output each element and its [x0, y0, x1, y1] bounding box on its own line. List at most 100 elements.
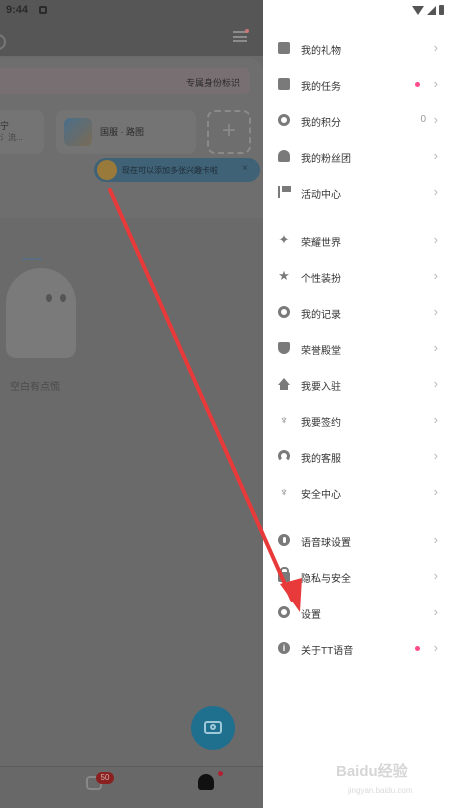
security-icon: ♆ [279, 485, 289, 499]
chevron-right-icon: › [433, 568, 438, 583]
side-drawer: 我的礼物 › 我的任务 › 我的积分 0 › 我的粉丝团 › 活动中心 › ✦ … [263, 0, 454, 808]
empty-state-text: 空白有点慌 [10, 382, 60, 393]
menu-item-label: 我要入驻 [301, 382, 341, 393]
toast-text: 现在可以添加多张兴趣卡啦 [122, 166, 218, 175]
info-icon: i [278, 642, 290, 654]
chevron-right-icon: › [433, 412, 438, 427]
bottom-tab-bar [0, 766, 263, 808]
game-icon [64, 118, 92, 146]
megaphone-icon [97, 160, 117, 180]
menu-item-label: 隐私与安全 [301, 574, 351, 585]
chevron-right-icon: › [433, 304, 438, 319]
sprout-icon: ♆ [279, 413, 289, 427]
chevron-right-icon: › [433, 340, 438, 355]
menu-item-security-center[interactable]: ♆ 安全中心 › [263, 474, 454, 510]
status-icons [412, 4, 444, 16]
chevron-right-icon: › [433, 148, 438, 163]
interest-card[interactable]: 宁 氵流... [0, 110, 44, 154]
menu-item-customer-service[interactable]: 我的客服 › [263, 438, 454, 474]
camera-button[interactable] [191, 706, 235, 750]
wifi-icon [412, 5, 424, 15]
task-icon [278, 78, 290, 90]
house-icon [278, 378, 290, 390]
ghost-eye [60, 294, 66, 302]
chevron-right-icon: › [433, 484, 438, 499]
menu-item-label: 我的任务 [301, 82, 341, 93]
menu-item-activity-center[interactable]: 活动中心 › [263, 174, 454, 210]
menu-item-glory-world[interactable]: ✦ 荣耀世界 › [263, 222, 454, 258]
menu-item-label: 我的粉丝团 [301, 154, 351, 165]
menu-item-my-records[interactable]: 我的记录 › [263, 294, 454, 330]
mic-icon [278, 534, 290, 546]
ghost-illustration [6, 268, 76, 358]
ghost-decoration [22, 258, 42, 266]
flag-icon [278, 186, 291, 198]
dress-up-icon: ★ [278, 268, 290, 283]
interest-card-subtitle: 氵流... [0, 133, 23, 142]
menu-item-my-tasks[interactable]: 我的任务 › [263, 66, 454, 102]
chevron-right-icon: › [433, 640, 438, 655]
menu-item-about-tt[interactable]: i 关于TT语音 › [263, 630, 454, 666]
menu-item-my-gifts[interactable]: 我的礼物 › [263, 30, 454, 66]
notification-icon [39, 6, 48, 14]
baidu-watermark-url: jingyan.baidu.com [348, 786, 413, 795]
gift-icon [278, 42, 290, 54]
chevron-right-icon: › [433, 448, 438, 463]
menu-item-fan-club[interactable]: 我的粉丝团 › [263, 138, 454, 174]
chevron-right-icon: › [433, 268, 438, 283]
chevron-right-icon: › [433, 184, 438, 199]
menu-item-label: 荣耀世界 [301, 238, 341, 249]
menu-item-settings[interactable]: 设置 › [263, 594, 454, 630]
chat-unread-badge: 50 [96, 772, 114, 784]
fan-club-icon [278, 150, 290, 162]
battery-icon [439, 5, 444, 15]
menu-notification-dot [245, 29, 249, 33]
background-app: 9:44 专属身份标识 宁 氵流... 国服 · 路图 + 现在可以添加多张兴趣… [0, 0, 263, 808]
interest-card-game[interactable]: 国服 · 路图 [56, 110, 196, 154]
menu-item-label: 荣誉殿堂 [301, 346, 341, 357]
shield-icon [278, 342, 290, 354]
menu-item-label: 关于TT语音 [301, 646, 354, 657]
me-tab-icon[interactable] [198, 774, 214, 790]
menu-item-label: 个性装扮 [301, 274, 341, 285]
points-count: 0 [420, 114, 426, 125]
lock-icon [278, 567, 290, 582]
tip-toast: 现在可以添加多张兴趣卡啦 × [94, 158, 260, 182]
baidu-watermark: Baidu经验 [336, 763, 408, 780]
menu-item-hall-of-honor[interactable]: 荣誉殿堂 › [263, 330, 454, 366]
close-icon[interactable]: × [242, 163, 248, 174]
ghost-eye [46, 294, 52, 302]
identity-tag[interactable]: 专属身份标识 [186, 76, 240, 89]
notification-dot [415, 82, 420, 87]
chevron-right-icon: › [433, 532, 438, 547]
signal-icon [427, 5, 436, 15]
interest-card-title: 国服 · 路图 [100, 127, 144, 137]
chevron-right-icon: › [433, 40, 438, 55]
camera-lens-icon [210, 724, 216, 730]
menu-item-label: 我要签约 [301, 418, 341, 429]
status-time: 9:44 [6, 4, 29, 16]
menu-item-voice-ball-settings[interactable]: 语音球设置 › [263, 522, 454, 558]
menu-item-my-points[interactable]: 我的积分 0 › [263, 102, 454, 138]
points-icon [278, 114, 290, 126]
menu-item-dress-up[interactable]: ★ 个性装扮 › [263, 258, 454, 294]
chevron-right-icon: › [433, 76, 438, 91]
chevron-right-icon: › [433, 604, 438, 619]
chevron-right-icon: › [433, 376, 438, 391]
menu-item-label: 语音球设置 [301, 538, 351, 549]
menu-item-label: 我的客服 [301, 454, 341, 465]
menu-item-label: 活动中心 [301, 190, 341, 201]
menu-item-label: 我的记录 [301, 310, 341, 321]
gear-icon [278, 606, 290, 618]
headset-icon [278, 450, 290, 462]
add-interest-card-button[interactable]: + [207, 110, 251, 154]
menu-item-privacy-security[interactable]: 隐私与安全 › [263, 558, 454, 594]
glory-world-icon: ✦ [278, 232, 290, 247]
menu-item-sign-contract[interactable]: ♆ 我要签约 › [263, 402, 454, 438]
menu-item-label: 我的积分 [301, 118, 341, 129]
me-tab-dot [218, 771, 223, 776]
chevron-right-icon: › [433, 112, 438, 127]
menu-item-settle-in[interactable]: 我要入驻 › [263, 366, 454, 402]
menu-item-label: 安全中心 [301, 490, 341, 501]
status-bar: 9:44 [0, 0, 263, 22]
